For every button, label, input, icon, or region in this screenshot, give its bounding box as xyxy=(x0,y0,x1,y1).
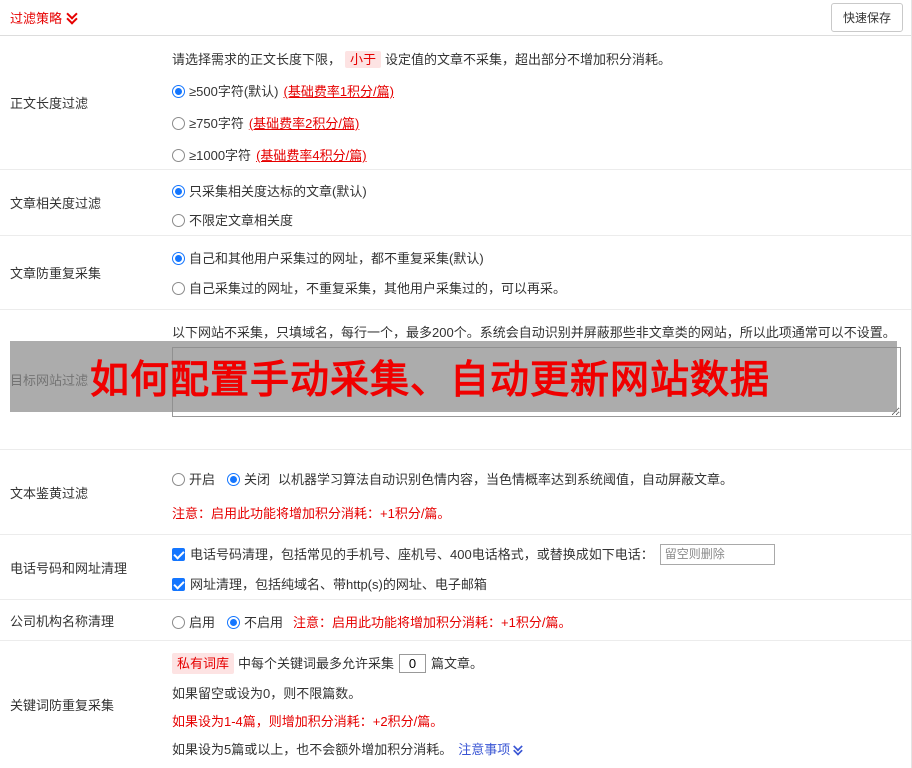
row-length-filter: 正文长度过滤 请选择需求的正文长度下限， 小于 设定值的文章不采集，超出部分不增加积… xyxy=(0,36,911,170)
row-content-porn: 开启 关闭 以机器学习算法自动识别色情内容，当色情概率达到系统阈值，自动屏蔽文章… xyxy=(172,450,911,534)
checkbox-icon xyxy=(172,577,185,591)
double-chevron-down-icon xyxy=(66,11,77,24)
radio-option-relevance-strict[interactable]: 只采集相关度达标的文章(默认) xyxy=(172,182,901,201)
fee-note: (基础费率2积分/篇) xyxy=(248,116,360,131)
radio-label: 自己和其他用户采集过的网址，都不重复采集(默认) xyxy=(189,251,484,266)
radio-icon xyxy=(172,185,185,198)
row-label-porn: 文本鉴黄过滤 xyxy=(10,485,89,501)
row-content-phone-url: 电话号码清理，包括常见的手机号、座机号、400电话格式，或替换成如下电话： 网址… xyxy=(172,535,911,599)
radio-label: 自己采集过的网址，不重复采集，其他用户采集过的，可以再采。 xyxy=(189,281,567,296)
row-content-relevance: 只采集相关度达标的文章(默认) 不限定文章相关度 xyxy=(172,170,911,235)
porn-warning: 注意：启用此功能将增加积分消耗：+1积分/篇。 xyxy=(172,506,451,521)
notice-link-label: 注意事项 xyxy=(458,742,511,757)
radio-option-company-on[interactable]: 启用 xyxy=(172,613,215,632)
notice-link[interactable]: 注意事项 xyxy=(458,740,523,759)
keyword-line1-mid: 中每个关键词最多允许采集 xyxy=(238,655,395,671)
radio-label: 关闭 xyxy=(244,471,271,487)
radio-icon xyxy=(172,117,185,130)
company-warning: 注意：启用此功能将增加积分消耗：+1积分/篇。 xyxy=(293,614,572,630)
radio-option-porn-off[interactable]: 关闭 xyxy=(227,470,270,489)
radio-label: ≥1000字符 xyxy=(189,148,252,163)
radio-option-relevance-any[interactable]: 不限定文章相关度 xyxy=(172,211,901,230)
row-label-company: 公司机构名称清理 xyxy=(10,613,115,629)
section-collapse-toggle[interactable]: 过滤策略 xyxy=(10,8,77,27)
row-content-length: 请选择需求的正文长度下限， 小于 设定值的文章不采集，超出部分不增加积分消耗。 ≥5… xyxy=(172,36,911,169)
radio-icon xyxy=(172,85,185,98)
tutorial-banner-overlay[interactable]: 如何配置手动采集、自动更新网站数据 xyxy=(10,341,897,412)
phone-clean-option[interactable]: 电话号码清理，包括常见的手机号、座机号、400电话格式，或替换成如下电话： xyxy=(172,543,901,565)
radio-label: 启用 xyxy=(189,614,216,630)
radio-option-porn-on[interactable]: 开启 xyxy=(172,470,215,489)
radio-option-company-off[interactable]: 不启用 xyxy=(227,613,283,632)
row-company-clean: 公司机构名称清理 启用 不启用 注意：启用此功能将增加积分消耗：+1积分/篇。 xyxy=(0,600,911,641)
radio-option-dedup-self[interactable]: 自己采集过的网址，不重复采集，其他用户采集过的，可以再采。 xyxy=(172,279,901,298)
row-relevance-filter: 文章相关度过滤 只采集相关度达标的文章(默认) 不限定文章相关度 xyxy=(0,170,911,236)
private-thesaurus-tag: 私有词库 xyxy=(172,652,235,674)
row-label-length: 正文长度过滤 xyxy=(10,96,89,111)
max-articles-input[interactable] xyxy=(399,653,427,673)
porn-desc: 以机器学习算法自动识别色情内容，当色情概率达到系统阈值，自动屏蔽文章。 xyxy=(278,471,734,487)
checkbox-icon xyxy=(172,547,185,561)
radio-label: ≥750字符 xyxy=(189,116,244,131)
topbar: 过滤策略 快速保存 xyxy=(0,0,911,36)
radio-icon xyxy=(227,615,241,629)
radio-icon xyxy=(172,282,185,295)
row-dedup-collect: 文章防重复采集 自己和其他用户采集过的网址，都不重复采集(默认) 自己采集过的网… xyxy=(0,236,911,310)
radio-icon xyxy=(172,214,185,227)
filter-strategy-page: 过滤策略 快速保存 正文长度过滤 请选择需求的正文长度下限， 小于 设定值的文章不采… xyxy=(0,0,912,768)
radio-icon xyxy=(227,472,241,486)
row-content-dedup: 自己和其他用户采集过的网址，都不重复采集(默认) 自己采集过的网址，不重复采集，… xyxy=(172,236,911,309)
radio-label: ≥500字符(默认) xyxy=(189,84,279,99)
less-than-tag: 小于 xyxy=(345,51,382,68)
checkbox-label: 电话号码清理，包括常见的手机号、座机号、400电话格式，或替换成如下电话： xyxy=(190,546,654,562)
row-keyword-dedup: 关键词防重复采集 私有词库 中每个关键词最多允许采集 篇文章。 如果留空或设为0… xyxy=(0,641,911,768)
row-label-dedup: 文章防重复采集 xyxy=(10,266,102,281)
fee-note: (基础费率1积分/篇) xyxy=(283,84,394,99)
length-desc: 请选择需求的正文长度下限， 小于 设定值的文章不采集，超出部分不增加积分消耗。 xyxy=(172,50,901,69)
keyword-line1-end: 篇文章。 xyxy=(431,655,484,671)
radio-label: 只采集相关度达标的文章(默认) xyxy=(189,184,367,199)
radio-label: 不启用 xyxy=(244,614,284,630)
row-content-keyword: 私有词库 中每个关键词最多允许采集 篇文章。 如果留空或设为0，则不限篇数。 如… xyxy=(172,641,911,768)
replacement-phone-input[interactable] xyxy=(659,543,775,565)
fee-note: (基础费率4积分/篇) xyxy=(256,148,367,163)
row-label-phone-url: 电话号码和网址清理 xyxy=(10,560,128,576)
radio-option-500[interactable]: ≥500字符(默认) (基础费率1积分/篇) xyxy=(172,82,901,101)
radio-option-750[interactable]: ≥750字符 (基础费率2积分/篇) xyxy=(172,114,901,133)
page-title: 过滤策略 xyxy=(10,11,63,26)
radio-option-dedup-global[interactable]: 自己和其他用户采集过的网址，都不重复采集(默认) xyxy=(172,249,901,268)
quick-save-button[interactable]: 快速保存 xyxy=(830,3,903,32)
radio-icon xyxy=(172,252,185,265)
url-clean-option[interactable]: 网址清理，包括纯域名、带http(s)的网址、电子邮箱 xyxy=(172,573,901,595)
keyword-line4: 如果设为5篇或以上，也不会额外增加积分消耗。 xyxy=(172,742,453,757)
radio-icon xyxy=(172,149,185,162)
keyword-line2: 如果留空或设为0，则不限篇数。 xyxy=(172,686,362,701)
double-chevron-down-icon xyxy=(513,744,522,755)
radio-icon xyxy=(172,615,185,629)
checkbox-label: 网址清理，包括纯域名、带http(s)的网址、电子邮箱 xyxy=(190,576,487,592)
row-porn-filter: 文本鉴黄过滤 开启 关闭 以机器学习算法自动识别色情内容，当色情概率达到系统阈值… xyxy=(0,450,911,535)
row-content-company: 启用 不启用 注意：启用此功能将增加积分消耗：+1积分/篇。 xyxy=(172,600,911,640)
row-label-relevance: 文章相关度过滤 xyxy=(10,196,102,211)
length-desc-pre: 请选择需求的正文长度下限， xyxy=(172,52,342,67)
length-desc-post: 设定值的文章不采集，超出部分不增加积分消耗。 xyxy=(385,52,672,67)
row-phone-url-clean: 电话号码和网址清理 电话号码清理，包括常见的手机号、座机号、400电话格式，或替… xyxy=(0,535,911,600)
row-label-keyword: 关键词防重复采集 xyxy=(10,698,115,713)
radio-icon xyxy=(172,472,185,486)
tutorial-banner-text: 如何配置手动采集、自动更新网站数据 xyxy=(90,358,771,402)
radio-label: 不限定文章相关度 xyxy=(189,213,294,228)
keyword-line3: 如果设为1-4篇，则增加积分消耗：+2积分/篇。 xyxy=(172,714,444,729)
radio-label: 开启 xyxy=(189,471,216,487)
radio-option-1000[interactable]: ≥1000字符 (基础费率4积分/篇) xyxy=(172,146,901,165)
